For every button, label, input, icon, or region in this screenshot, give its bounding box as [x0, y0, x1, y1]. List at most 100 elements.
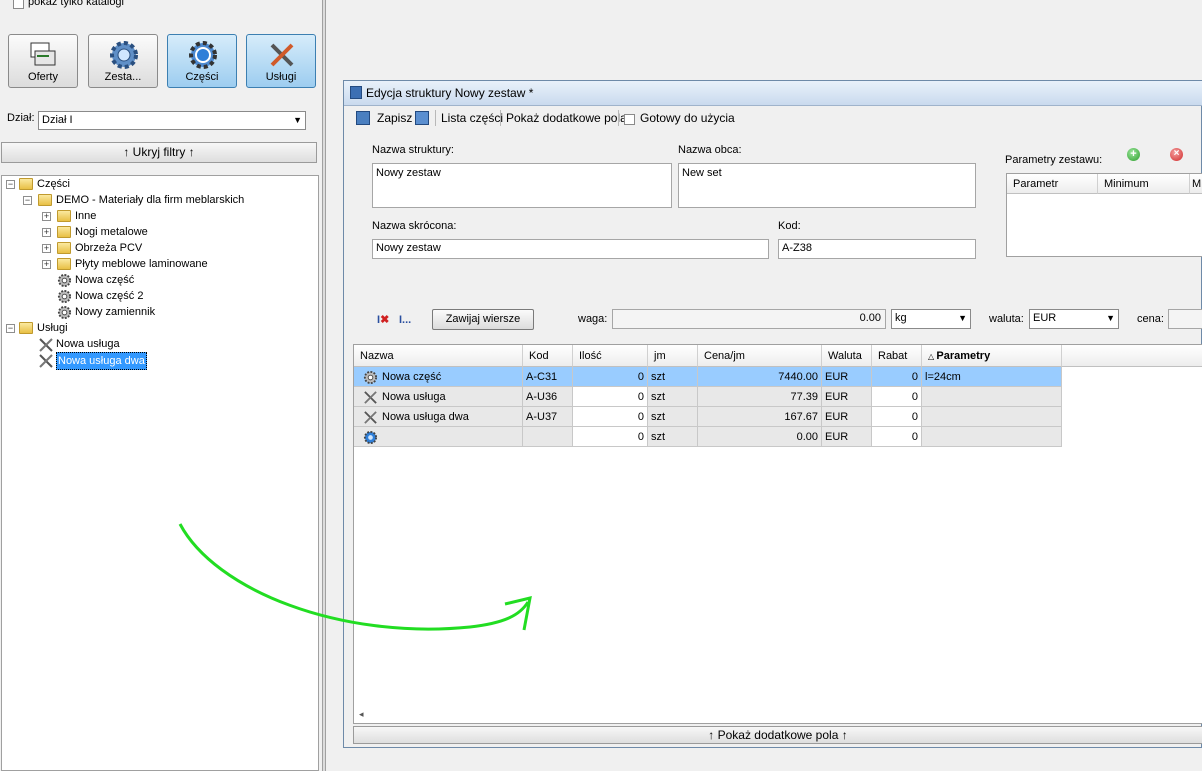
only-catalogs-checkbox[interactable] — [13, 0, 24, 9]
table-cell-price[interactable]: 0.00 — [698, 427, 822, 447]
parameters-column-header[interactable]: △ Parametry — [922, 345, 1062, 367]
ellipsis-button[interactable]: I... — [399, 314, 411, 326]
table-cell-quantity[interactable]: 0 — [573, 367, 648, 387]
code-field[interactable]: A-Z38 — [778, 239, 976, 259]
expand-icon[interactable]: + — [42, 260, 51, 269]
currency-label: waluta: — [989, 313, 1024, 325]
ready-checkbox[interactable] — [624, 114, 635, 125]
tree-item-part[interactable]: Nowy zamiennik — [75, 304, 155, 320]
currency-select[interactable]: EUR ▼ — [1029, 309, 1119, 329]
tools-icon — [364, 411, 377, 424]
table-cell-price[interactable]: 77.39 — [698, 387, 822, 407]
floppy-icon[interactable] — [415, 111, 429, 125]
sets-button[interactable]: Zesta... — [88, 34, 158, 88]
expand-icon[interactable]: + — [42, 244, 51, 253]
expand-icon[interactable]: + — [42, 212, 51, 221]
folder-icon — [19, 178, 33, 190]
collapse-icon[interactable]: − — [23, 196, 32, 205]
department-select[interactable]: Dział I ▼ — [38, 111, 306, 130]
table-cell-code[interactable]: A-U36 — [523, 387, 573, 407]
weight-field[interactable]: 0.00 — [612, 309, 886, 329]
services-button[interactable]: Usługi — [246, 34, 316, 88]
parameters-table[interactable]: Parametr Minimum M — [1006, 173, 1202, 257]
name-column-header[interactable]: Nazwa — [354, 345, 523, 367]
hide-filters-bar[interactable]: ↑ Ukryj filtry ↑ — [1, 142, 317, 163]
table-cell-unit[interactable]: szt — [648, 367, 698, 387]
table-cell-unit[interactable]: szt — [648, 387, 698, 407]
table-cell-code[interactable]: A-C31 — [523, 367, 573, 387]
folder-icon — [57, 258, 71, 270]
table-cell-quantity[interactable]: 0 — [573, 407, 648, 427]
remove-parameter-icon[interactable]: × — [1170, 148, 1183, 161]
table-cell-code[interactable] — [523, 427, 573, 447]
discount-column-header[interactable]: Rabat — [872, 345, 922, 367]
table-cell-currency[interactable]: EUR — [822, 407, 872, 427]
parameter-column-header[interactable]: Parametr — [1007, 174, 1098, 194]
table-cell-parameters[interactable] — [922, 407, 1062, 427]
parts-button[interactable]: Części — [167, 34, 237, 88]
table-row-name[interactable] — [354, 427, 523, 447]
short-name-field[interactable]: Nowy zestaw — [372, 239, 769, 259]
tree-item-services[interactable]: Usługi — [37, 320, 68, 336]
clear-icon[interactable]: I✖ — [377, 313, 389, 326]
show-extra-fields-button[interactable]: Pokaż dodatkowe pola — [506, 108, 627, 128]
table-cell-discount[interactable]: 0 — [872, 387, 922, 407]
minimum-column-header[interactable]: Minimum — [1098, 174, 1190, 194]
parts-list-button[interactable]: Lista części — [441, 108, 503, 128]
max-column-header[interactable]: M — [1190, 174, 1202, 194]
tree-item-folder[interactable]: Płyty meblowe laminowane — [75, 256, 208, 272]
table-cell-parameters[interactable] — [922, 427, 1062, 447]
tree-item-folder[interactable]: Nogi metalowe — [75, 224, 148, 240]
tools-icon — [39, 338, 53, 352]
offers-button[interactable]: Oferty — [8, 34, 78, 88]
folder-icon — [57, 226, 71, 238]
table-cell-currency[interactable]: EUR — [822, 387, 872, 407]
table-cell-discount[interactable]: 0 — [872, 407, 922, 427]
scroll-left-icon[interactable]: ◂ — [359, 709, 364, 720]
table-cell-discount[interactable]: 0 — [872, 367, 922, 387]
table-cell-currency[interactable]: EUR — [822, 427, 872, 447]
foreign-name-field[interactable]: New set — [678, 163, 976, 208]
unit-column-header[interactable]: jm — [648, 345, 698, 367]
collapse-icon[interactable]: − — [6, 180, 15, 189]
show-extra-fields-bar[interactable]: ↑ Pokaż dodatkowe pola ↑ — [353, 726, 1202, 744]
table-cell-parameters[interactable] — [922, 387, 1062, 407]
save-button[interactable]: Zapisz — [377, 108, 412, 128]
currency-column-header[interactable]: Waluta — [822, 345, 872, 367]
quantity-column-header[interactable]: Ilość — [573, 345, 648, 367]
edit-structure-dialog: Edycja struktury Nowy zestaw * Zapisz Li… — [343, 80, 1202, 748]
weight-unit-select[interactable]: kg ▼ — [891, 309, 971, 329]
tree-item-folder[interactable]: Inne — [75, 208, 96, 224]
tree-item-service-selected[interactable]: Nowa usługa dwa — [56, 352, 147, 370]
table-cell-code[interactable]: A-U37 — [523, 407, 573, 427]
table-row-name[interactable]: Nowa część — [354, 367, 523, 387]
gear-icon — [189, 41, 217, 69]
tree-item-part[interactable]: Nowa część — [75, 272, 134, 288]
price-column-header[interactable]: Cena/jm — [698, 345, 822, 367]
table-cell-quantity[interactable]: 0 — [573, 427, 648, 447]
tree-item-folder[interactable]: Obrzeża PCV — [75, 240, 142, 256]
table-cell-parameters[interactable]: l=24cm — [922, 367, 1062, 387]
table-cell-unit[interactable]: szt — [648, 427, 698, 447]
price-field[interactable] — [1168, 309, 1202, 329]
table-cell-discount[interactable]: 0 — [872, 427, 922, 447]
structure-name-label: Nazwa struktury: — [372, 144, 454, 156]
code-column-header[interactable]: Kod — [523, 345, 573, 367]
table-cell-quantity[interactable]: 0 — [573, 387, 648, 407]
table-row-name[interactable]: Nowa usługa — [354, 387, 523, 407]
table-row-name[interactable]: Nowa usługa dwa — [354, 407, 523, 427]
table-cell-unit[interactable]: szt — [648, 407, 698, 427]
collapse-icon[interactable]: − — [6, 324, 15, 333]
table-cell-currency[interactable]: EUR — [822, 367, 872, 387]
dialog-titlebar[interactable]: Edycja struktury Nowy zestaw * — [344, 81, 1202, 106]
expand-icon[interactable]: + — [42, 228, 51, 237]
tree-item-parts[interactable]: Części — [37, 176, 70, 192]
tree-item-service[interactable]: Nowa usługa — [56, 336, 120, 352]
add-parameter-icon[interactable]: + — [1127, 148, 1140, 161]
tree-item-demo[interactable]: DEMO - Materiały dla firm meblarskich — [56, 192, 244, 208]
structure-name-field[interactable]: Nowy zestaw — [372, 163, 672, 208]
wrap-rows-button[interactable]: Zawijaj wiersze — [432, 309, 534, 330]
table-cell-price[interactable]: 167.67 — [698, 407, 822, 427]
table-cell-price[interactable]: 7440.00 — [698, 367, 822, 387]
tree-item-part[interactable]: Nowa część 2 — [75, 288, 143, 304]
